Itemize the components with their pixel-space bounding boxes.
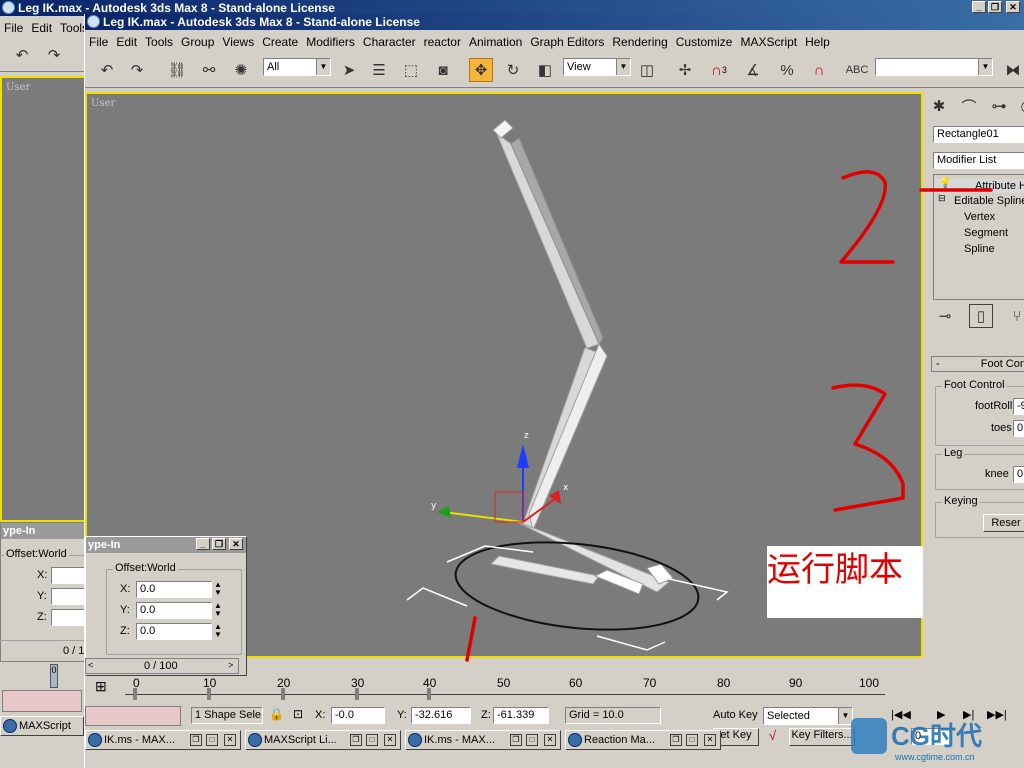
maxscript-icon [408,733,422,747]
cgtime-url: www.cgtime.com.cn [895,752,975,762]
back-x-field[interactable] [51,567,85,584]
back-menubar: FileEditTools [0,19,84,37]
taskbar-label: Reaction Ma... [584,734,655,746]
restore-icon[interactable]: ❐ [190,734,202,746]
reaction-icon [568,733,582,747]
ink-number-2 [839,170,895,264]
taskbar-label: MAXScript Li... [264,734,337,746]
restore-icon[interactable]: ❐ [510,734,522,746]
close-icon[interactable]: ✕ [1006,1,1020,13]
back-time-slider-label: 0 / 1 [63,645,85,657]
close-icon[interactable]: ✕ [704,734,716,746]
ink-number-3 [831,383,905,512]
taskbar-label: IK.ms - MAX... [104,734,175,746]
maximize-icon[interactable]: □ [206,734,218,746]
back-taskbar-label: MAXScript [19,720,71,732]
menu-edit[interactable]: Edit [27,19,56,37]
undo-icon[interactable]: ↶ [10,43,34,67]
menu-file[interactable]: File [0,19,27,37]
back-toolbar: ↶ ↷ [0,38,84,72]
back-status-field [2,690,82,712]
max-app-icon [2,1,15,14]
back-frame-marker: 0 [50,664,58,688]
taskbar-reaction-manager[interactable]: Reaction Ma... ❐ □ ✕ [565,730,721,750]
restore-icon[interactable]: ❐ [988,1,1002,13]
back-x-label: X: [37,569,48,581]
ink-annotations [465,170,993,662]
taskbar-ik-ms-1[interactable]: IK.ms - MAX... ❐ □ ✕ [85,730,241,750]
ink-number-1 [465,616,477,662]
restore-icon[interactable]: ❐ [670,734,682,746]
minimize-icon[interactable]: _ [972,1,986,13]
maxscript-icon [88,733,102,747]
back-viewport[interactable]: User [0,76,86,522]
maximize-icon[interactable]: □ [686,734,698,746]
taskbar-maxscript-listener[interactable]: MAXScript Li... ❐ □ ✕ [245,730,401,750]
taskbar-label: IK.ms - MAX... [424,734,495,746]
back-y-label: Y: [37,590,47,602]
back-offset-label: Offset:World [4,548,69,560]
back-typein-titlebar[interactable]: ype-In [1,523,87,539]
maxscript-icon [248,733,262,747]
back-z-label: Z: [37,611,47,623]
back-y-field[interactable] [51,588,85,605]
taskbar-ik-ms-2[interactable]: IK.ms - MAX... ❐ □ ✕ [405,730,561,750]
maximize-icon[interactable]: □ [526,734,538,746]
run-script-text: 运行脚本 [767,550,903,590]
redo-icon[interactable]: ↷ [42,43,66,67]
cgtime-logo-mark [851,718,887,754]
main-window: Leg IK.max - Autodesk 3ds Max 8 - Stand-… [84,14,1024,768]
cgtime-watermark: CG时代 www.cgtime.com.cn [851,712,1024,768]
back-typein-dialog: ype-In Offset:World X: Y: Z: 0 / 1 [0,522,87,662]
restore-icon[interactable]: ❐ [350,734,362,746]
maxscript-icon [3,719,17,733]
back-window-title: Leg IK.max - Autodesk 3ds Max 8 - Stand-… [18,1,335,15]
close-icon[interactable]: ✕ [544,734,556,746]
cgtime-brand: CG时代 [891,721,983,751]
menu-tools[interactable]: Tools [56,19,84,37]
back-viewport-label: User [6,82,31,93]
close-icon[interactable]: ✕ [384,734,396,746]
maximize-icon[interactable]: □ [366,734,378,746]
close-icon[interactable]: ✕ [224,734,236,746]
back-z-field[interactable] [51,609,85,626]
back-taskbar-maxscript[interactable]: MAXScript [0,716,84,736]
